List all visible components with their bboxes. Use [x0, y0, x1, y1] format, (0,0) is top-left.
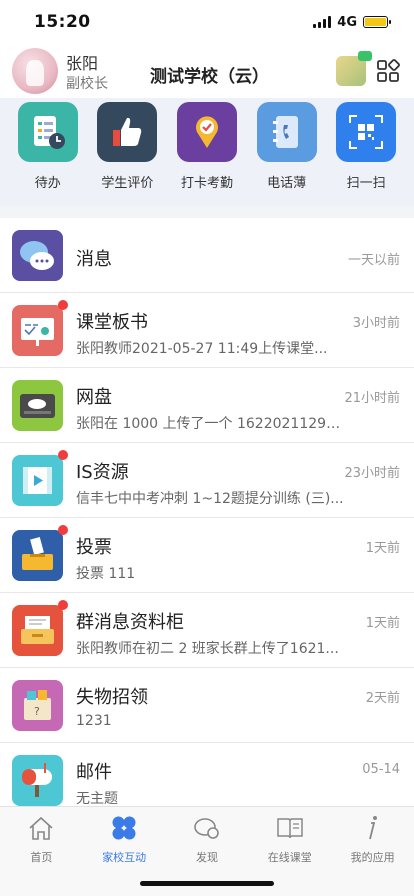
list-item-subtitle: 无主题 [76, 791, 118, 807]
list-item-title: 课堂板书 [76, 312, 148, 333]
list-item-title: 群消息资料柜 [76, 612, 184, 633]
list-item-subtitle: 投票 111 [76, 566, 136, 582]
unread-dot [58, 600, 68, 610]
video-resource-icon [12, 450, 68, 506]
app-header: 张阳 副校长 测试学校（云） [0, 44, 414, 98]
quick-action-attendance[interactable]: 打卡考勤 [172, 102, 242, 206]
discover-icon [194, 818, 219, 839]
list-item-subtitle: 信丰七中中考冲刺 1~12题提分训练 (三)... [76, 491, 344, 507]
list-item-subtitle: 张阳教师在初二 2 班家长群上传了1621... [76, 641, 339, 657]
list-item-title: 投票 [76, 537, 112, 558]
home-icon [29, 816, 53, 840]
tab-label: 我的应用 [350, 851, 395, 864]
unread-dot [58, 300, 68, 310]
phone-book-icon [256, 102, 317, 162]
quick-action-student-evaluation[interactable]: 学生评价 [92, 102, 162, 206]
ballot-box-icon [12, 525, 68, 581]
todo-icon [17, 102, 78, 162]
school-logo-icon[interactable] [336, 51, 372, 86]
list-item-time: 一天以前 [347, 253, 400, 268]
status-indicators: 4G [313, 14, 391, 30]
quick-action-scan[interactable]: 扫一扫 [331, 102, 401, 206]
list-item-title: 消息 [76, 249, 112, 270]
network-type: 4G [337, 14, 357, 30]
list-item-title: 失物招领 [76, 687, 148, 708]
quick-action-todo[interactable]: 待办 [13, 102, 83, 206]
svg-text:?: ? [34, 705, 40, 718]
user-role: 副校长 [66, 76, 108, 92]
quick-action-label: 电话薄 [267, 176, 307, 191]
list-item-time: 2天前 [365, 691, 400, 706]
cellular-signal-icon [313, 16, 332, 28]
tab-my-apps[interactable]: 我的应用 [333, 807, 413, 896]
tab-label: 家校互动 [102, 851, 147, 864]
quick-action-label: 打卡考勤 [180, 176, 233, 191]
blackboard-icon [12, 300, 68, 356]
info-icon [368, 816, 377, 840]
list-item-time: 1天前 [365, 616, 400, 631]
list-item-is-resources[interactable]: IS资源 信丰七中中考冲刺 1~12题提分训练 (三)... 23小时前 [0, 443, 414, 518]
quick-actions: 待办 学生评价 打卡考勤 电话薄 扫一扫 [0, 98, 414, 206]
chat-notify-icon [358, 51, 372, 61]
unread-dot [58, 525, 68, 535]
clover-icon [112, 816, 136, 840]
quick-action-label: 学生评价 [101, 176, 154, 191]
qr-scan-icon [336, 102, 397, 162]
thumbs-up-icon [97, 102, 158, 162]
list-item-title: 网盘 [76, 387, 112, 408]
list-item-lost-found[interactable]: ? 失物招领 1231 2天前 [0, 668, 414, 743]
list-item-title: 邮件 [76, 762, 112, 783]
list-item-title: IS资源 [76, 462, 129, 483]
quick-action-label: 待办 [34, 176, 61, 191]
list-item-group-files[interactable]: 群消息资料柜 张阳教师在初二 2 班家长群上传了1621... 1天前 [0, 593, 414, 668]
list-item-subtitle: 张阳教师2021-05-27 11:49上传课堂... [76, 341, 328, 357]
status-bar: 15:20 4G [0, 0, 414, 44]
list-item-vote[interactable]: 投票 投票 111 1天前 [0, 518, 414, 593]
tab-label: 发现 [195, 851, 218, 864]
app-grid-icon[interactable] [376, 59, 400, 83]
list-item-time: 05-14 [362, 762, 400, 777]
list-item-cloud-drive[interactable]: 网盘 张阳在 1000 上传了一个 162202112922... 21小时前 [0, 368, 414, 443]
list-item-subtitle: 1231 [76, 713, 112, 729]
list-item-blackboard[interactable]: 课堂板书 张阳教师2021-05-27 11:49上传课堂... 3小时前 [0, 293, 414, 368]
user-name[interactable]: 张阳 [66, 50, 98, 74]
list-item-subtitle: 张阳在 1000 上传了一个 162202112922... [76, 416, 348, 432]
section-divider [0, 206, 414, 218]
message-list: 消息 一天以前 课堂板书 张阳教师2021-05-27 11:49上传课堂...… [0, 218, 414, 818]
quick-action-phonebook[interactable]: 电话薄 [252, 102, 322, 206]
unread-dot [58, 450, 68, 460]
tab-label: 首页 [30, 851, 53, 864]
list-item-time: 21小时前 [344, 391, 400, 406]
avatar[interactable] [12, 48, 58, 94]
battery-icon [363, 16, 391, 28]
lost-found-icon: ? [12, 680, 63, 731]
chat-bubble-icon [12, 230, 63, 281]
mailbox-icon [12, 755, 63, 806]
location-check-icon [176, 102, 237, 162]
status-time: 15:20 [34, 12, 91, 32]
list-item-messages[interactable]: 消息 一天以前 [0, 218, 414, 293]
list-item-time: 1天前 [365, 541, 400, 556]
cloud-drive-icon [12, 380, 63, 431]
tab-label: 在线课堂 [267, 851, 312, 864]
school-name[interactable]: 测试学校（云） [150, 62, 269, 87]
open-book-icon [277, 818, 303, 839]
quick-action-label: 扫一扫 [346, 176, 386, 191]
file-cabinet-icon [12, 600, 68, 656]
list-item-time: 23小时前 [344, 466, 400, 481]
tab-home[interactable]: 首页 [1, 807, 81, 896]
list-item-time: 3小时前 [352, 316, 400, 331]
home-indicator[interactable] [140, 881, 274, 886]
